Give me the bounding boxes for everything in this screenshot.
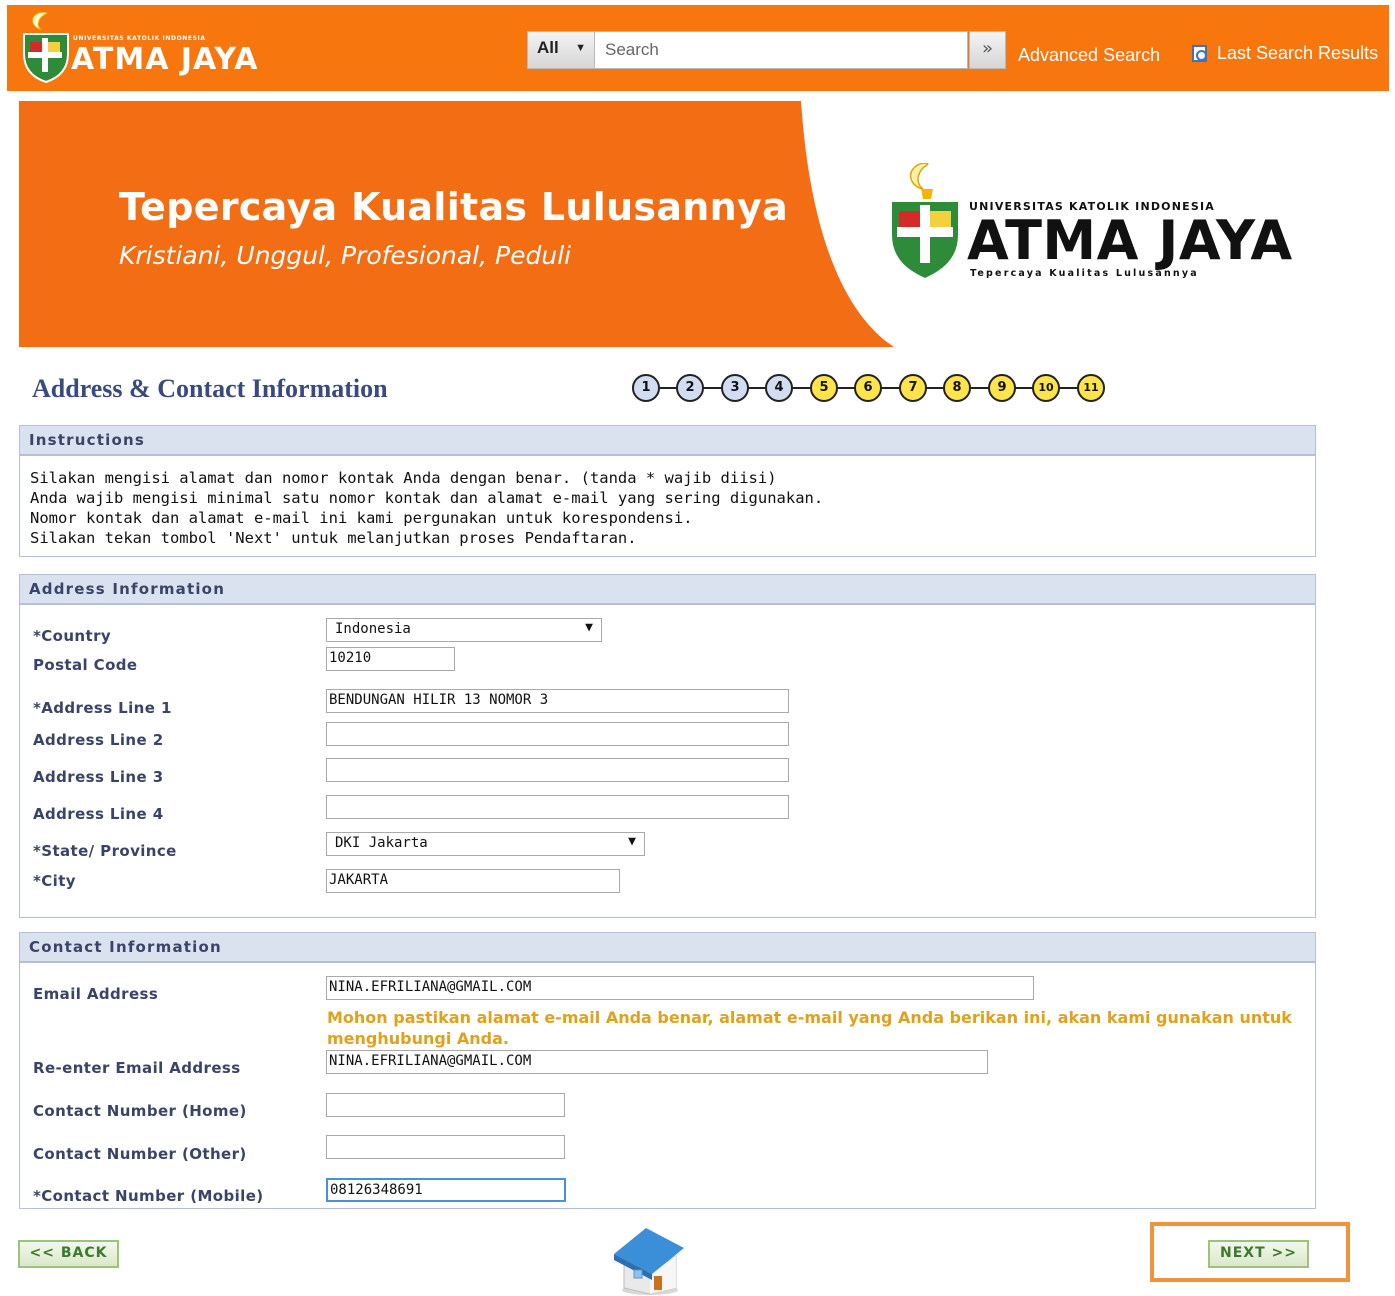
university-crest-icon xyxy=(890,163,960,281)
step-4: 4 xyxy=(765,374,793,402)
contact-mobile-label: *Contact Number (Mobile) xyxy=(33,1187,264,1205)
banner-subtagline: Kristiani, Unggul, Profesional, Peduli xyxy=(119,241,572,270)
instruction-line: Silakan tekan tombol 'Next' untuk melanj… xyxy=(30,529,637,547)
contact-heading: Contact Information xyxy=(20,933,1315,963)
step-1: 1 xyxy=(632,374,660,402)
country-label: *Country xyxy=(33,627,112,645)
contact-mobile-field[interactable]: 08126348691 xyxy=(326,1178,566,1202)
last-search-results-link[interactable]: Last Search Results xyxy=(1217,43,1378,64)
postal-code-field[interactable]: 10210 xyxy=(326,647,455,671)
chevron-down-icon: ▼ xyxy=(628,834,636,849)
step-10: 10 xyxy=(1032,374,1060,402)
step-5: 5 xyxy=(810,374,838,402)
state-province-label: *State/ Province xyxy=(33,842,177,860)
address-line-4-field[interactable] xyxy=(326,795,789,819)
postal-code-label: Postal Code xyxy=(33,656,138,674)
search-scope-select[interactable]: All ▼ xyxy=(527,31,595,69)
magnifier-page-icon[interactable] xyxy=(1192,45,1207,62)
step-7: 7 xyxy=(899,374,927,402)
search-scope-value: All xyxy=(537,38,559,57)
instruction-line: Silakan mengisi alamat dan nomor kontak … xyxy=(30,469,777,487)
step-9: 9 xyxy=(988,374,1016,402)
search-go-button[interactable]: » xyxy=(969,31,1006,69)
banner-university-name: ATMA JAYA xyxy=(967,209,1293,272)
contact-other-field[interactable] xyxy=(326,1135,565,1159)
search-input[interactable]: Search xyxy=(595,31,968,69)
banner-tagline: Tepercaya Kualitas Lulusannya xyxy=(119,185,789,229)
address-line-3-label: Address Line 3 xyxy=(33,768,164,786)
instruction-line: Anda wajib mengisi minimal satu nomor ko… xyxy=(30,489,824,507)
advanced-search-link[interactable]: Advanced Search xyxy=(1018,45,1160,66)
reenter-email-field[interactable]: NINA.EFRILIANA@GMAIL.COM xyxy=(326,1050,988,1074)
top-header-bar: UNIVERSITAS KATOLIK INDONESIA ATMA JAYA … xyxy=(7,5,1389,91)
brand-small-name[interactable]: ATMA JAYA xyxy=(71,43,258,77)
address-line-4-label: Address Line 4 xyxy=(33,805,164,823)
step-2: 2 xyxy=(676,374,704,402)
email-field[interactable]: NINA.EFRILIANA@GMAIL.COM xyxy=(326,976,1034,1000)
state-province-value: DKI Jakarta xyxy=(335,835,428,851)
country-value: Indonesia xyxy=(335,621,411,637)
back-button[interactable]: << BACK xyxy=(18,1240,119,1268)
step-8: 8 xyxy=(943,374,971,402)
double-chevron-right-icon: » xyxy=(981,38,993,59)
step-11: 11 xyxy=(1077,374,1105,402)
city-label: *City xyxy=(33,872,76,890)
country-select[interactable]: Indonesia ▼ xyxy=(326,618,602,642)
address-line-2-label: Address Line 2 xyxy=(33,731,164,749)
contact-home-label: Contact Number (Home) xyxy=(33,1102,247,1120)
address-line-1-label: *Address Line 1 xyxy=(33,699,172,717)
contact-other-label: Contact Number (Other) xyxy=(33,1145,247,1163)
university-logo-icon[interactable] xyxy=(16,12,76,84)
step-6: 6 xyxy=(854,374,882,402)
instructions-section: Instructions Silakan mengisi alamat dan … xyxy=(19,425,1316,557)
instructions-text: Silakan mengisi alamat dan nomor kontak … xyxy=(20,456,1315,548)
address-section: Address Information xyxy=(19,574,1316,918)
chevron-down-icon: ▼ xyxy=(575,42,586,54)
address-heading: Address Information xyxy=(20,575,1315,605)
address-line-2-field[interactable] xyxy=(326,722,789,746)
brand-small-subtitle: UNIVERSITAS KATOLIK INDONESIA xyxy=(73,35,206,42)
address-line-1-field[interactable]: BENDUNGAN HILIR 13 NOMOR 3 xyxy=(326,689,789,713)
banner-university-motto: Tepercaya Kualitas Lulusannya xyxy=(970,268,1199,279)
address-line-3-field[interactable] xyxy=(326,758,789,782)
instruction-line: Nomor kontak dan alamat e-mail ini kami … xyxy=(30,509,693,527)
chevron-down-icon: ▼ xyxy=(585,620,593,635)
city-field[interactable]: JAKARTA xyxy=(326,869,620,893)
hero-banner: Tepercaya Kualitas Lulusannya Kristiani,… xyxy=(19,101,1315,347)
next-button[interactable]: NEXT >> xyxy=(1208,1240,1309,1268)
reenter-email-label: Re-enter Email Address xyxy=(33,1059,241,1077)
step-3: 3 xyxy=(721,374,749,402)
email-warning-text: Mohon pastikan alamat e-mail Anda benar,… xyxy=(327,1008,1292,1048)
contact-home-field[interactable] xyxy=(326,1093,565,1117)
email-label: Email Address xyxy=(33,985,159,1003)
instructions-heading: Instructions xyxy=(20,426,1315,456)
page-title: Address & Contact Information xyxy=(32,374,388,403)
home-icon[interactable] xyxy=(610,1218,688,1296)
step-progress: 1 2 3 4 5 6 7 8 9 10 11 xyxy=(632,374,1112,404)
state-province-select[interactable]: DKI Jakarta ▼ xyxy=(326,832,645,856)
